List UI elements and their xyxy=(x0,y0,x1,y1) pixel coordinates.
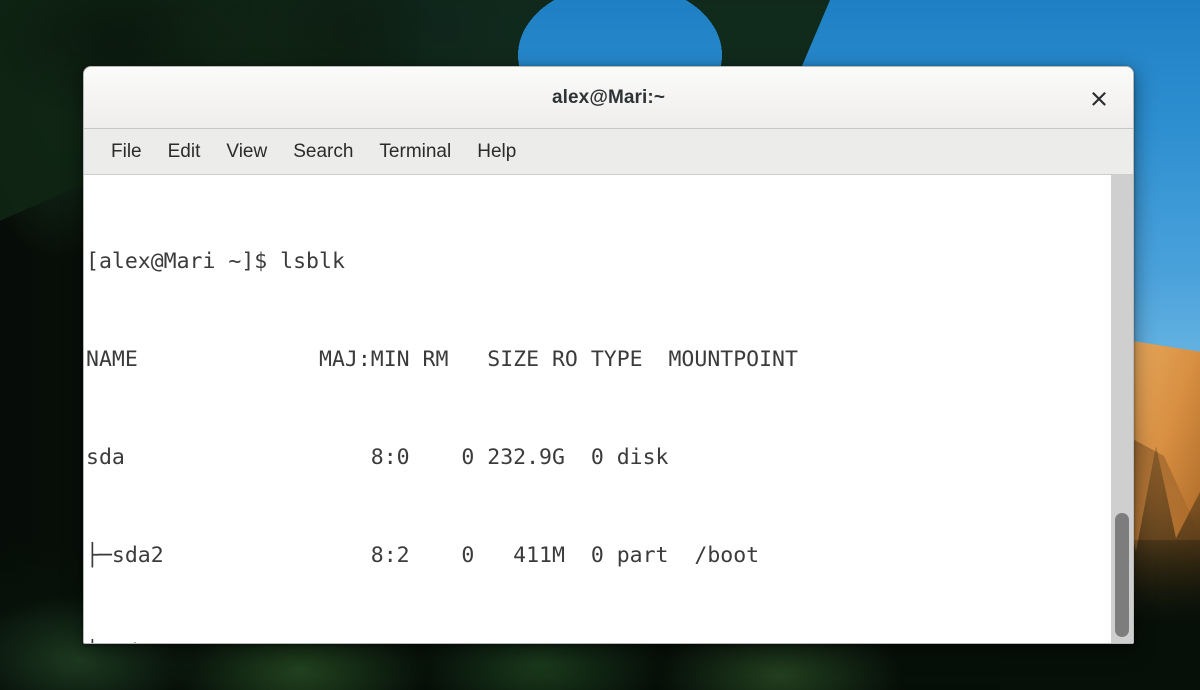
window-title: alex@Mari:~ xyxy=(551,86,666,108)
menu-item-view[interactable]: View xyxy=(213,137,280,167)
terminal-window: alex@Mari:~ File Edit View Search Termin… xyxy=(83,66,1134,644)
terminal-body: [alex@Mari ~]$ lsblk NAME MAJ:MIN RM SIZ… xyxy=(84,175,1133,643)
menu-item-edit[interactable]: Edit xyxy=(155,137,214,167)
terminal-line: [alex@Mari ~]$ lsblk xyxy=(86,249,345,275)
terminal-line: sda 8:0 0 232.9G 0 disk xyxy=(86,444,669,470)
close-icon xyxy=(1090,89,1108,107)
terminal-line: ├─sda3 8:3 0 232.4G 0 part xyxy=(86,637,1111,643)
menu-item-file[interactable]: File xyxy=(98,137,155,167)
menu-item-help[interactable]: Help xyxy=(464,137,529,167)
menu-bar: File Edit View Search Terminal Help xyxy=(84,129,1133,175)
title-bar[interactable]: alex@Mari:~ xyxy=(84,67,1133,129)
vertical-scrollbar[interactable] xyxy=(1111,175,1133,643)
terminal-line: ├─sda2 8:2 0 411M 0 part /boot xyxy=(86,542,760,568)
terminal-line: NAME MAJ:MIN RM SIZE RO TYPE MOUNTPOINT xyxy=(86,346,798,372)
terminal-screen[interactable]: [alex@Mari ~]$ lsblk NAME MAJ:MIN RM SIZ… xyxy=(84,175,1111,643)
close-button[interactable] xyxy=(1081,80,1117,116)
terminal-output: [alex@Mari ~]$ lsblk NAME MAJ:MIN RM SIZ… xyxy=(86,181,1111,643)
desktop-background: alex@Mari:~ File Edit View Search Termin… xyxy=(0,0,1200,690)
menu-item-terminal[interactable]: Terminal xyxy=(366,137,464,167)
scrollbar-thumb[interactable] xyxy=(1115,513,1129,637)
menu-item-search[interactable]: Search xyxy=(280,137,366,167)
